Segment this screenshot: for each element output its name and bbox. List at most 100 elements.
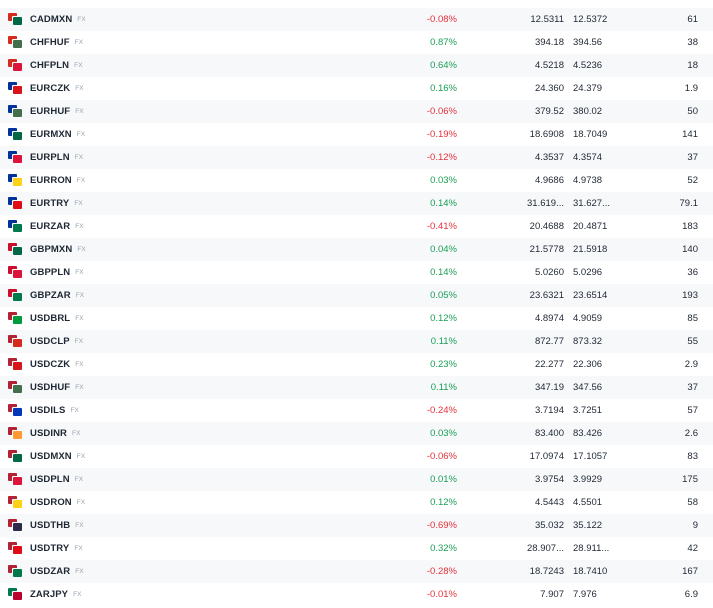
table-row[interactable]: USDTHB FX -0.69% 35.032 35.122 9 xyxy=(0,514,713,537)
symbol-cell[interactable]: GBPPLN FX xyxy=(30,267,84,278)
spread-value: 1.9 xyxy=(684,83,698,94)
bid-price: 379.52 xyxy=(534,106,564,117)
spread-value: 37 xyxy=(687,152,698,163)
bid-price: 28.907... xyxy=(527,543,564,554)
table-row[interactable]: USDCZK FX 0.23% 22.277 22.306 2.9 xyxy=(0,353,713,376)
symbol-cell[interactable]: ZARJPY FX xyxy=(30,589,82,600)
ask-price: 17.1057 xyxy=(573,451,608,462)
symbol-cell[interactable]: GBPZAR FX xyxy=(30,290,84,301)
symbol-label: EURMXN xyxy=(30,129,72,140)
symbol-cell[interactable]: EURZAR FX xyxy=(30,221,84,232)
ask-price: 3.7251 xyxy=(573,405,603,416)
fx-tag: FX xyxy=(75,522,84,529)
bid-price: 394.18 xyxy=(534,37,564,48)
currency-pair-flag-icon xyxy=(8,266,22,278)
ask-price: 873.32 xyxy=(573,336,603,347)
currency-pair-flag-icon xyxy=(8,450,22,462)
spread-value: 2.6 xyxy=(684,428,698,439)
bid-price: 22.277 xyxy=(534,359,564,370)
table-row[interactable]: USDCLP FX 0.11% 872.77 873.32 55 xyxy=(0,330,713,353)
ask-price: 394.56 xyxy=(573,37,603,48)
symbol-label: CHFPLN xyxy=(30,60,70,71)
table-row[interactable]: CADMXN FX -0.08% 12.5311 12.5372 61 xyxy=(0,8,713,31)
symbol-cell[interactable]: EURRON FX xyxy=(30,175,85,186)
symbol-cell[interactable]: GBPMXN FX xyxy=(30,244,86,255)
table-row[interactable]: USDTRY FX 0.32% 28.907... 28.911... 42 xyxy=(0,537,713,560)
table-row[interactable]: USDPLN FX 0.01% 3.9754 3.9929 175 xyxy=(0,468,713,491)
change-percent: -0.06% xyxy=(426,106,457,117)
table-row[interactable]: EURRON FX 0.03% 4.9686 4.9738 52 xyxy=(0,169,713,192)
table-row[interactable]: USDRON FX 0.12% 4.5443 4.5501 58 xyxy=(0,491,713,514)
fx-tag: FX xyxy=(76,453,86,460)
symbol-cell[interactable]: EURHUF FX xyxy=(30,106,84,117)
table-row[interactable]: EURTRY FX 0.14% 31.619... 31.627... 79.1 xyxy=(0,192,713,215)
symbol-cell[interactable]: CHFHUF FX xyxy=(30,37,83,48)
bid-price: 20.4688 xyxy=(529,221,564,232)
bid-price: 4.8974 xyxy=(534,313,564,324)
currency-pair-flag-icon xyxy=(8,312,22,324)
spread-value: 38 xyxy=(687,37,698,48)
symbol-cell[interactable]: USDCLP FX xyxy=(30,336,83,347)
bid-price: 347.19 xyxy=(534,382,564,393)
symbol-label: EURTRY xyxy=(30,198,70,209)
symbol-cell[interactable]: USDZAR FX xyxy=(30,566,84,577)
table-row[interactable]: USDZAR FX -0.28% 18.7243 18.7410 167 xyxy=(0,560,713,583)
table-row[interactable]: ZARJPY FX -0.01% 7.907 7.976 6.9 xyxy=(0,583,713,606)
table-row[interactable]: USDHUF FX 0.11% 347.19 347.56 37 xyxy=(0,376,713,399)
change-percent: -0.28% xyxy=(426,566,457,577)
table-row[interactable]: USDILS FX -0.24% 3.7194 3.7251 57 xyxy=(0,399,713,422)
spread-value: 61 xyxy=(687,14,698,25)
currency-pair-flag-icon xyxy=(8,473,22,485)
symbol-label: USDCLP xyxy=(30,336,70,347)
table-row[interactable]: USDINR FX 0.03% 83.400 83.426 2.6 xyxy=(0,422,713,445)
ask-price: 22.306 xyxy=(573,359,603,370)
table-row[interactable]: EURMXN FX -0.19% 18.6908 18.7049 141 xyxy=(0,123,713,146)
currency-pair-flag-icon xyxy=(8,174,22,186)
symbol-cell[interactable]: EURPLN FX xyxy=(30,152,83,163)
symbol-cell[interactable]: CHFPLN FX xyxy=(30,60,83,71)
table-row[interactable]: EURHUF FX -0.06% 379.52 380.02 50 xyxy=(0,100,713,123)
currency-pair-flag-icon xyxy=(8,36,22,48)
table-row[interactable]: EURZAR FX -0.41% 20.4688 20.4871 183 xyxy=(0,215,713,238)
ask-price: 4.5501 xyxy=(573,497,603,508)
table-row[interactable]: EURPLN FX -0.12% 4.3537 4.3574 37 xyxy=(0,146,713,169)
spread-value: 57 xyxy=(687,405,698,416)
ask-price: 18.7049 xyxy=(573,129,608,140)
symbol-cell[interactable]: USDPLN FX xyxy=(30,474,83,485)
symbol-cell[interactable]: USDHUF FX xyxy=(30,382,84,393)
table-row[interactable]: GBPPLN FX 0.14% 5.0260 5.0296 36 xyxy=(0,261,713,284)
symbol-cell[interactable]: USDRON FX xyxy=(30,497,85,508)
change-percent: 0.14% xyxy=(430,198,457,209)
fx-quotes-table: CADMXN FX -0.08% 12.5311 12.5372 61 CHFHUF FX 0.… xyxy=(0,8,713,606)
table-row[interactable]: GBPMXN FX 0.04% 21.5778 21.5918 140 xyxy=(0,238,713,261)
fx-tag: FX xyxy=(75,108,84,115)
table-row[interactable]: CHFPLN FX 0.64% 4.5218 4.5236 18 xyxy=(0,54,713,77)
currency-pair-flag-icon xyxy=(8,381,22,393)
table-row[interactable]: USDBRL FX 0.12% 4.8974 4.9059 85 xyxy=(0,307,713,330)
symbol-cell[interactable]: USDTHB FX xyxy=(30,520,84,531)
symbol-cell[interactable]: USDINR FX xyxy=(30,428,81,439)
currency-pair-flag-icon xyxy=(8,128,22,140)
table-row[interactable]: USDMXN FX -0.06% 17.0974 17.1057 83 xyxy=(0,445,713,468)
symbol-cell[interactable]: USDCZK FX xyxy=(30,359,84,370)
spread-value: 85 xyxy=(687,313,698,324)
symbol-label: USDTRY xyxy=(30,543,70,554)
symbol-cell[interactable]: EURTRY FX xyxy=(30,198,83,209)
fx-tag: FX xyxy=(75,85,84,92)
spread-value: 42 xyxy=(687,543,698,554)
ask-price: 4.3574 xyxy=(573,152,603,163)
symbol-cell[interactable]: EURCZK FX xyxy=(30,83,84,94)
table-row[interactable]: CHFHUF FX 0.87% 394.18 394.56 38 xyxy=(0,31,713,54)
fx-tag: FX xyxy=(76,177,86,184)
symbol-cell[interactable]: USDMXN FX xyxy=(30,451,85,462)
symbol-cell[interactable]: CADMXN FX xyxy=(30,14,86,25)
symbol-cell[interactable]: USDILS FX xyxy=(30,405,79,416)
change-percent: 0.11% xyxy=(430,336,457,347)
table-row[interactable]: EURCZK FX 0.16% 24.360 24.379 1.9 xyxy=(0,77,713,100)
currency-pair-flag-icon xyxy=(8,197,22,209)
table-row[interactable]: GBPZAR FX 0.05% 23.6321 23.6514 193 xyxy=(0,284,713,307)
symbol-cell[interactable]: EURMXN FX xyxy=(30,129,85,140)
symbol-cell[interactable]: USDTRY FX xyxy=(30,543,83,554)
symbol-label: USDPLN xyxy=(30,474,70,485)
symbol-cell[interactable]: USDBRL FX xyxy=(30,313,84,324)
